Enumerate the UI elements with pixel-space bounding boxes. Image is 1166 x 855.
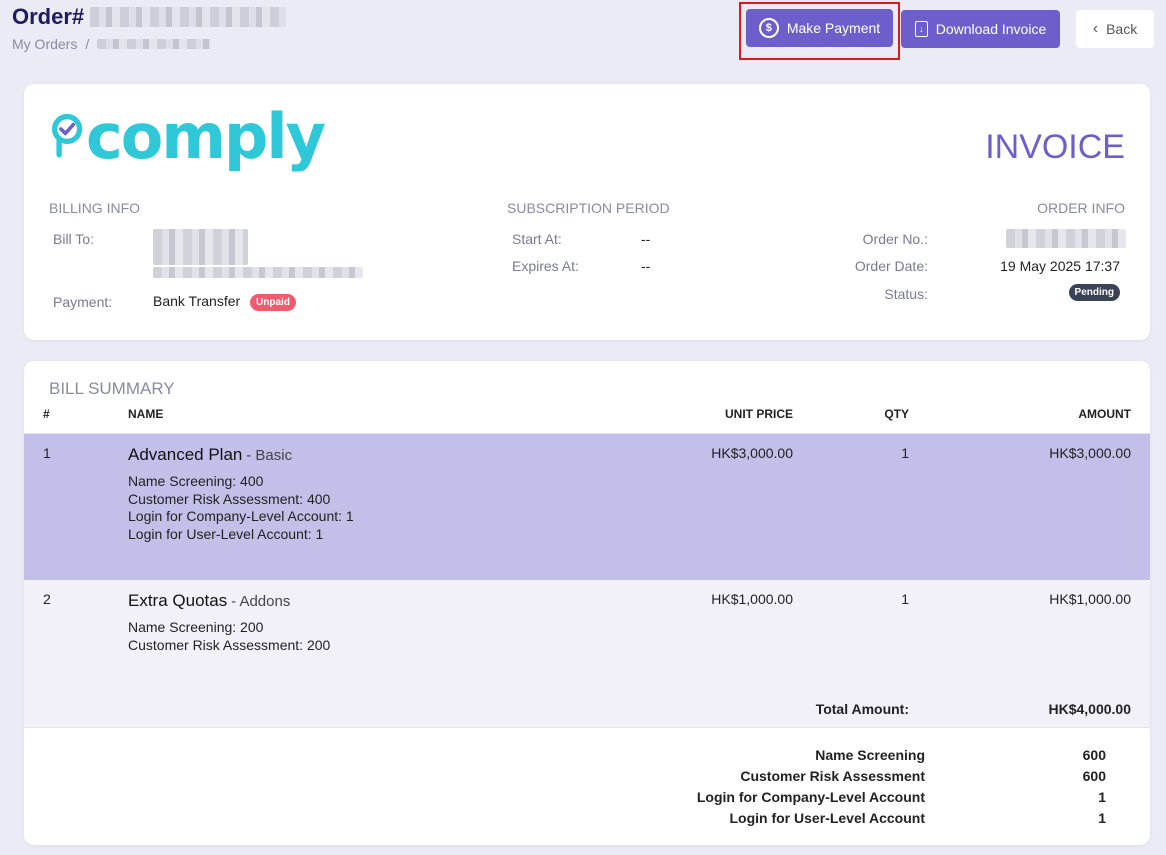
make-payment-label: Make Payment <box>786 20 881 36</box>
dollar-icon: $ <box>758 18 779 38</box>
item-features: Name Screening: 200 Customer Risk Assess… <box>128 619 330 654</box>
logo-mark-icon <box>52 113 83 158</box>
unit-price: HK$1,000.00 <box>711 591 793 607</box>
invoice-title: INVOICE <box>985 128 1125 166</box>
row-index: 2 <box>43 591 51 607</box>
column-header-index: # <box>43 407 50 421</box>
feature-line: Customer Risk Assessment: 200 <box>128 636 331 653</box>
expires-at-value: -- <box>641 258 651 274</box>
order-date-value: 19 May 2025 17:37 <box>1000 258 1120 274</box>
unpaid-badge: Unpaid <box>250 293 296 311</box>
start-at-label: Start At: <box>512 231 562 247</box>
status-label: Status: <box>884 286 928 302</box>
item-name: Extra Quotas <box>128 591 228 610</box>
item-category: - Addons <box>231 593 291 610</box>
redacted-breadcrumb-current <box>97 39 212 49</box>
feature-line: Login for Company-Level Account: 1 <box>128 508 354 524</box>
breadcrumb-separator: / <box>85 36 90 52</box>
order-no-label: Order No.: <box>862 231 928 247</box>
bill-summary-card: BILL SUMMARY # NAME UNIT PRICE QTY AMOUN… <box>24 361 1150 845</box>
order-prefix: Order# <box>12 4 85 29</box>
unit-price: HK$3,000.00 <box>711 445 793 461</box>
total-row: Total Amount: HK$4,000.00 <box>24 690 1150 728</box>
quota-summary-value: 600 <box>1082 747 1106 763</box>
item-name: Advanced Plan <box>128 445 243 464</box>
payment-method: Bank Transfer Unpaid <box>153 293 296 311</box>
total-amount-value: HK$4,000.00 <box>1048 701 1131 717</box>
order-date-label: Order Date: <box>854 258 928 274</box>
expires-at-label: Expires At: <box>512 258 579 274</box>
redacted-order-no <box>1006 229 1126 248</box>
quota-summary-label: Customer Risk Assessment <box>740 768 925 784</box>
invoice-card: comply INVOICE BILLING INFO SUBSCRIPTION… <box>24 84 1150 340</box>
bill-summary-title: BILL SUMMARY <box>49 379 175 398</box>
breadcrumb: My Orders / <box>12 36 212 52</box>
redacted-order-number <box>90 7 287 27</box>
comply-logo: comply <box>52 100 326 173</box>
download-document-icon: ↓ <box>914 21 928 37</box>
column-header-qty: QTY <box>884 407 909 421</box>
item-category: - Basic <box>246 447 293 464</box>
item-features: Name Screening: 400 Customer Risk Assess… <box>128 473 354 543</box>
back-label: Back <box>1106 21 1138 37</box>
feature-line: Name Screening: 200 <box>128 619 264 635</box>
subscription-period-label: SUBSCRIPTION PERIOD <box>507 200 670 216</box>
feature-line: Customer Risk Assessment: 400 <box>128 490 331 507</box>
bill-to-label: Bill To: <box>53 231 94 247</box>
chevron-left-icon: ‹ <box>1092 20 1099 37</box>
feature-line: Login for User-Level Account: 1 <box>128 525 324 542</box>
quantity: 1 <box>901 591 909 607</box>
logo-text: comply <box>86 100 326 173</box>
quota-summary-value: 600 <box>1082 768 1106 784</box>
make-payment-button[interactable]: $ Make Payment <box>746 9 893 47</box>
quota-summary-value: 1 <box>1098 810 1106 826</box>
quota-summary-label: Name Screening <box>815 747 925 763</box>
redacted-bill-to-address <box>153 267 363 278</box>
amount: HK$3,000.00 <box>1049 445 1131 461</box>
quota-summary-label: Login for Company-Level Account <box>696 789 925 805</box>
column-header-name: NAME <box>128 407 164 421</box>
quantity: 1 <box>901 445 909 461</box>
redacted-bill-to-name <box>153 229 248 265</box>
billing-info-label: BILLING INFO <box>49 200 141 216</box>
payment-label: Payment: <box>53 294 113 310</box>
download-invoice-label: Download Invoice <box>935 21 1047 37</box>
table-row[interactable]: 2 Extra Quotas - Addons Name Screening: … <box>24 580 1150 690</box>
row-index: 1 <box>43 445 51 461</box>
column-header-amount: AMOUNT <box>1078 407 1131 421</box>
amount: HK$1,000.00 <box>1049 591 1131 607</box>
feature-line: Name Screening: 400 <box>128 473 264 489</box>
table-row[interactable]: 1 Advanced Plan - Basic Name Screening: … <box>24 434 1150 580</box>
item-title: Extra Quotas - Addons <box>128 591 290 611</box>
back-button[interactable]: ‹ Back <box>1076 10 1154 48</box>
page-title: Order# <box>12 4 287 30</box>
start-at-value: -- <box>641 231 651 247</box>
order-info-label: ORDER INFO <box>1037 200 1125 216</box>
download-invoice-button[interactable]: ↓ Download Invoice <box>901 10 1060 48</box>
payment-method-value: Bank Transfer <box>153 293 241 309</box>
breadcrumb-my-orders[interactable]: My Orders <box>12 36 77 52</box>
total-amount-label: Total Amount: <box>815 701 909 717</box>
pending-status-badge: Pending <box>1068 284 1120 301</box>
quota-summary-value: 1 <box>1098 789 1106 805</box>
column-header-unit-price: UNIT PRICE <box>724 407 793 421</box>
item-title: Advanced Plan - Basic <box>128 445 292 465</box>
quota-summary-label: Login for User-Level Account <box>729 810 925 826</box>
